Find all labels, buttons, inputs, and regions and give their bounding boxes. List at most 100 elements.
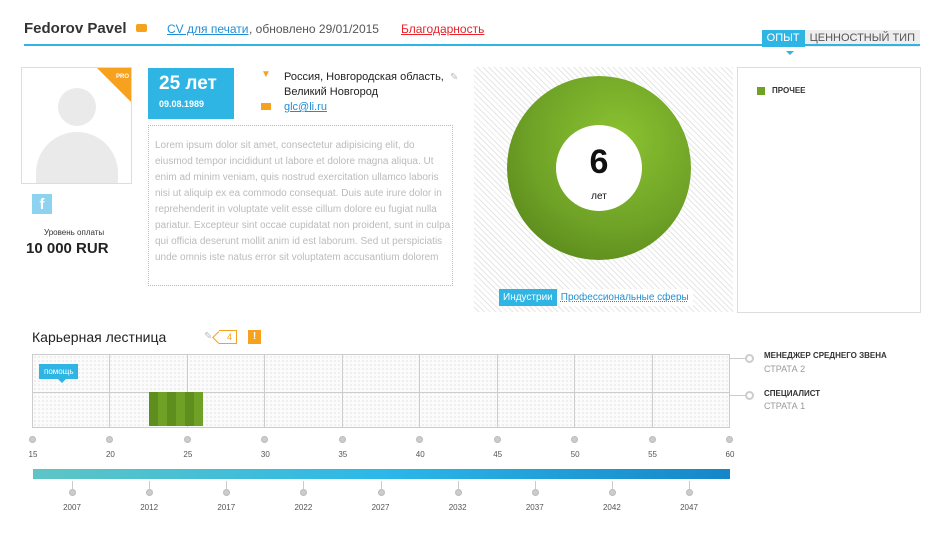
age-tick-label: 25 bbox=[183, 450, 193, 459]
year-tick-line bbox=[149, 481, 151, 489]
avatar[interactable]: PRO bbox=[21, 67, 132, 184]
pro-badge-icon bbox=[136, 24, 147, 32]
location-text: Россия, Новгородская область, Великий Но… bbox=[284, 71, 444, 98]
grid-vertical-line bbox=[496, 355, 498, 427]
year-tick-label: 2037 bbox=[525, 503, 544, 512]
year-tick-marker bbox=[69, 489, 76, 496]
age-card: 25 лет 09.08.1989 bbox=[148, 68, 234, 119]
avatar-placeholder-body bbox=[36, 132, 118, 183]
level-subtitle: СТРАТА 2 bbox=[764, 364, 806, 374]
year-tick-marker bbox=[531, 489, 539, 496]
age-tick-label: 45 bbox=[493, 450, 503, 459]
legend-swatch bbox=[757, 86, 765, 95]
edit-pencil-icon[interactable]: ✎ bbox=[450, 72, 458, 83]
timeline-bar bbox=[33, 469, 730, 479]
level-connector bbox=[730, 395, 746, 396]
age-tick-marker bbox=[726, 436, 733, 443]
warning-icon[interactable]: ! bbox=[248, 330, 261, 344]
career-count-badge: 4 bbox=[219, 330, 238, 344]
pro-corner-label: PRO bbox=[115, 74, 129, 80]
age-tick-label: 35 bbox=[338, 450, 348, 459]
year-tick-line bbox=[689, 481, 690, 489]
age-tick-label: 40 bbox=[415, 450, 425, 459]
year-tick-label: 2042 bbox=[602, 503, 621, 512]
age-value: 25 лет bbox=[159, 73, 217, 94]
age-tick-marker bbox=[338, 436, 346, 443]
grid-vertical-line bbox=[264, 355, 266, 427]
career-position-bar[interactable] bbox=[149, 392, 204, 426]
pay-level-value: 10 000 RUR bbox=[26, 240, 109, 257]
pay-level-label: Уровень оплаты bbox=[44, 228, 105, 237]
help-button[interactable]: помощь bbox=[39, 364, 79, 383]
thanks-link[interactable]: Благодарность bbox=[401, 22, 484, 36]
age-tick-marker bbox=[416, 436, 424, 443]
level-marker bbox=[745, 391, 754, 400]
year-tick-line bbox=[72, 481, 73, 489]
level-title: СПЕЦИАЛИСТ bbox=[764, 389, 821, 398]
age-tick-label: 30 bbox=[260, 450, 270, 459]
year-tick-label: 2007 bbox=[63, 503, 81, 512]
level-marker bbox=[745, 354, 754, 363]
donut-tabs: Индустрии Профессиональные сферы bbox=[499, 289, 693, 306]
email-link[interactable]: glc@li.ru bbox=[284, 101, 327, 113]
age-tick-label: 50 bbox=[570, 450, 580, 459]
level-subtitle: СТРАТА 1 bbox=[764, 401, 806, 411]
age-tick-marker bbox=[261, 436, 269, 443]
age-tick-marker bbox=[183, 436, 191, 443]
grid-vertical-line bbox=[651, 355, 653, 427]
mail-icon bbox=[261, 103, 271, 110]
tab-professional-areas[interactable]: Профессиональные сферы bbox=[557, 289, 693, 306]
year-tick-marker bbox=[608, 489, 616, 496]
year-tick-label: 2027 bbox=[371, 503, 390, 512]
age-tick-label: 20 bbox=[105, 450, 115, 459]
grid-vertical-line bbox=[341, 355, 343, 427]
grid-vertical-line bbox=[109, 355, 111, 427]
experience-total-unit: лет bbox=[591, 191, 607, 202]
year-tick-label: 2047 bbox=[680, 503, 698, 512]
year-tick-marker bbox=[146, 489, 154, 496]
level-title: МЕНЕДЖЕР СРЕДНЕГО ЗВЕНА bbox=[764, 351, 887, 360]
user-name: Fedorov Pavel bbox=[24, 20, 127, 37]
age-tick-marker bbox=[648, 436, 656, 443]
legend-item: ПРОЧЕЕ bbox=[757, 86, 806, 95]
age-tick-marker bbox=[571, 436, 579, 443]
edit-pencil-icon[interactable]: ✎ bbox=[204, 331, 212, 342]
birth-date: 09.08.1989 bbox=[159, 99, 205, 109]
year-tick-marker bbox=[300, 489, 308, 496]
age-tick-marker bbox=[493, 436, 501, 443]
age-tick-label: 15 bbox=[28, 450, 38, 459]
print-cv-link[interactable]: CV для печати bbox=[167, 22, 248, 36]
grid-vertical-line bbox=[729, 355, 730, 427]
year-tick-marker bbox=[223, 489, 231, 496]
avatar-placeholder-head bbox=[58, 88, 96, 126]
grid-vertical-line bbox=[32, 355, 33, 427]
location-pin-icon: ▼ bbox=[261, 69, 271, 80]
year-tick-line bbox=[380, 481, 382, 489]
facebook-icon[interactable]: f bbox=[32, 194, 52, 214]
grid-row-divider bbox=[33, 392, 729, 393]
experience-donut-panel: 6 лет Индустрии Профессиональные сферы bbox=[474, 67, 733, 312]
age-tick-label: 55 bbox=[648, 450, 657, 459]
year-tick-label: 2017 bbox=[217, 503, 236, 512]
year-tick-line bbox=[226, 481, 228, 489]
year-tick-label: 2012 bbox=[140, 503, 159, 512]
level-connector bbox=[730, 358, 746, 359]
updated-date: , обновлено 29/01/2015 bbox=[249, 22, 379, 36]
year-tick-marker bbox=[377, 489, 385, 496]
grid-vertical-line bbox=[574, 355, 576, 427]
header-divider bbox=[24, 44, 920, 46]
year-tick-marker bbox=[686, 489, 693, 496]
experience-legend: ПРОЧЕЕ bbox=[737, 67, 921, 313]
career-grid bbox=[32, 354, 730, 428]
age-tick-label: 60 bbox=[725, 450, 735, 459]
year-tick-line bbox=[457, 481, 459, 489]
career-ladder-title: Карьерная лестница bbox=[32, 329, 167, 345]
tab-industries[interactable]: Индустрии bbox=[499, 289, 557, 306]
year-tick-line bbox=[611, 481, 613, 489]
active-tab-arrow-icon bbox=[786, 51, 794, 55]
year-tick-label: 2022 bbox=[294, 503, 313, 512]
age-tick-marker bbox=[106, 436, 114, 443]
about-text-area[interactable]: Lorem ipsum dolor sit amet, consectetur … bbox=[148, 125, 453, 286]
year-tick-line bbox=[303, 481, 305, 489]
experience-total-value: 6 bbox=[589, 143, 609, 181]
